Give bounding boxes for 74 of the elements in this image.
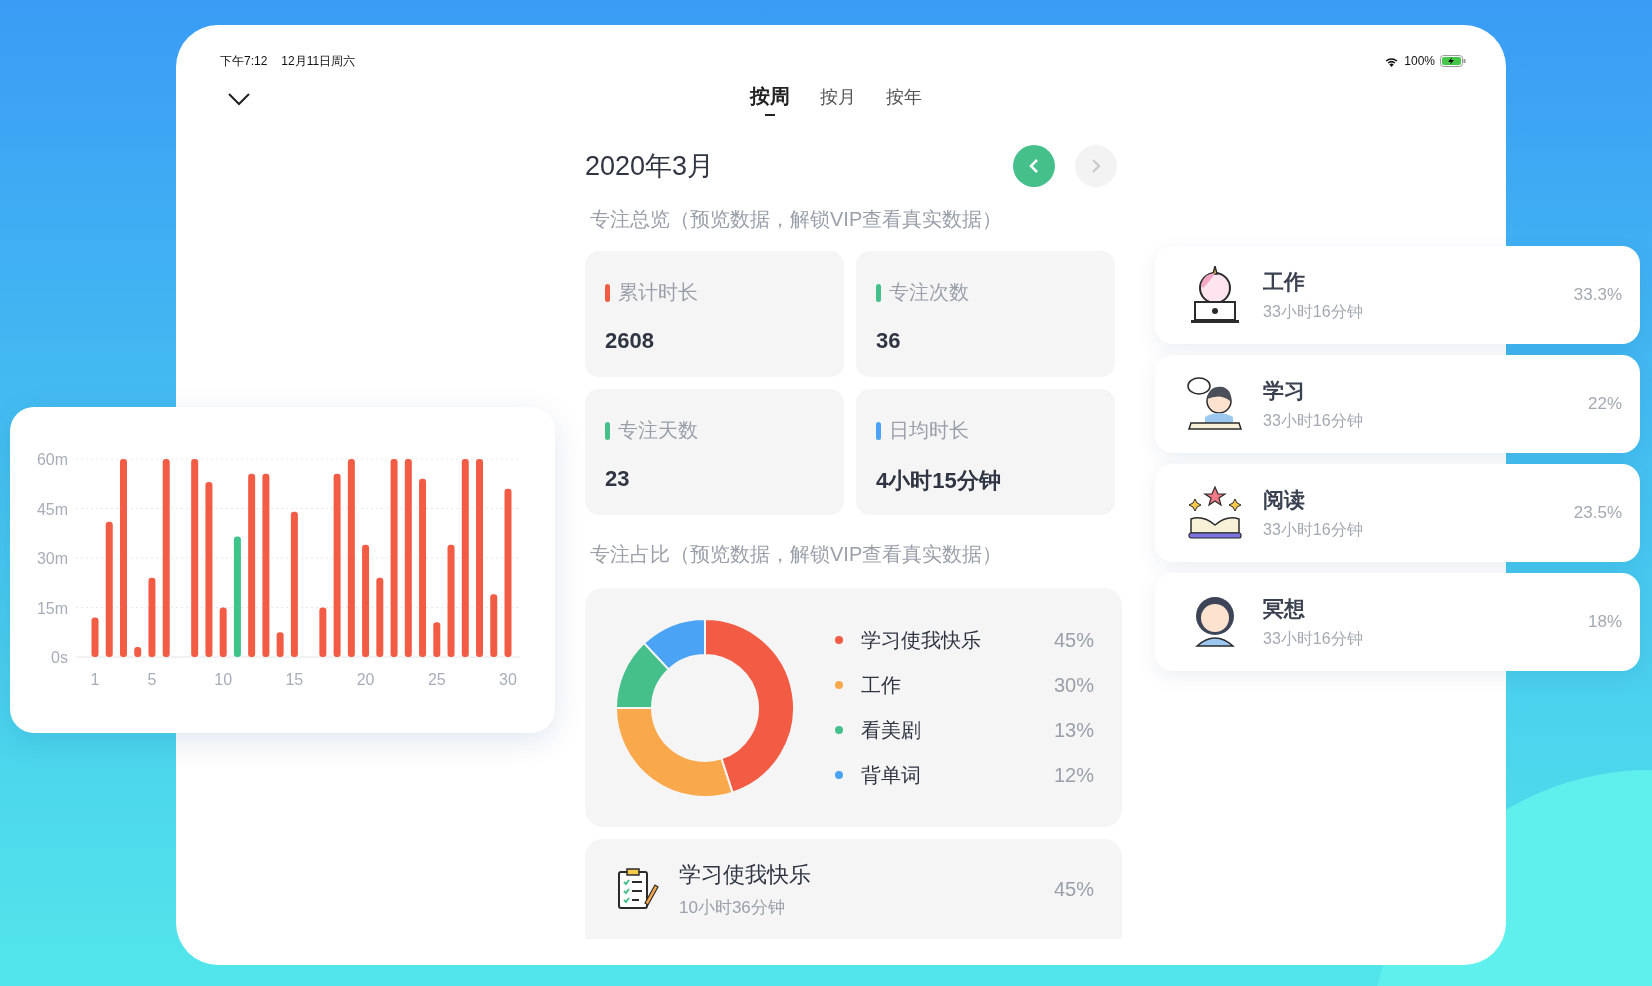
x-axis-label: 25 xyxy=(427,671,446,688)
stat-value: 36 xyxy=(876,328,902,354)
category-title: 冥想 xyxy=(1263,595,1306,622)
legend-percent: 12% xyxy=(1053,763,1094,787)
bar xyxy=(490,594,498,657)
wifi-icon xyxy=(1384,55,1400,67)
category-duration: 33小时16分钟 xyxy=(1263,519,1364,540)
laptop-icon xyxy=(1189,266,1241,324)
activity-duration: 10小时36分钟 xyxy=(679,896,786,919)
category-percent: 33.3% xyxy=(1573,285,1622,305)
x-axis-label: 10 xyxy=(214,671,233,688)
stat-label: 日均时长 xyxy=(889,418,969,443)
bar xyxy=(219,607,227,657)
y-axis-label: 45m xyxy=(36,500,68,518)
bar xyxy=(134,647,142,657)
y-axis-label: 0s xyxy=(51,649,68,666)
category-percent: 23.5% xyxy=(1573,503,1622,523)
stat-value: 2608 xyxy=(605,328,655,354)
section-title: 专注占比（预览数据，解锁VIP查看真实数据） xyxy=(590,542,1004,567)
chevron-right-icon xyxy=(1091,159,1101,173)
category-title: 学习 xyxy=(1263,377,1306,404)
x-axis-label: 1 xyxy=(90,671,100,688)
legend-percent: 30% xyxy=(1053,673,1094,697)
battery-percent: 100% xyxy=(1404,54,1435,68)
category-percent: 18% xyxy=(1587,612,1622,632)
x-axis-label: 30 xyxy=(499,671,517,688)
activity-card[interactable]: 学习使我快乐 10小时36分钟 45% xyxy=(585,839,1122,939)
category-card[interactable]: 冥想 33小时16分钟 18% xyxy=(1155,573,1640,671)
status-time: 下午7:12 xyxy=(220,52,268,70)
category-percent: 22% xyxy=(1587,394,1622,414)
category-duration: 33小时16分钟 xyxy=(1263,628,1364,649)
bar xyxy=(91,617,99,657)
period-tab[interactable]: 按月 xyxy=(820,83,856,116)
bar xyxy=(276,632,284,657)
legend-percent: 13% xyxy=(1053,718,1094,742)
stat-label: 专注次数 xyxy=(889,280,969,305)
chevron-left-icon xyxy=(1029,159,1039,173)
bar xyxy=(433,622,441,657)
x-axis-label: 20 xyxy=(356,671,375,688)
category-card[interactable]: 学习 33小时16分钟 22% xyxy=(1155,355,1640,453)
category-duration: 33小时16分钟 xyxy=(1263,301,1364,322)
activity-title: 学习使我快乐 xyxy=(679,860,812,889)
legend-label: 背单词 xyxy=(861,762,922,788)
battery-charging-icon xyxy=(1440,55,1466,67)
period-tab[interactable]: 按年 xyxy=(886,83,922,116)
category-duration: 33小时16分钟 xyxy=(1263,410,1364,431)
category-title: 阅读 xyxy=(1263,486,1306,513)
y-axis-label: 30m xyxy=(36,550,68,567)
stat-value: 4小时15分钟 xyxy=(876,467,1002,495)
stat-value: 23 xyxy=(605,466,631,492)
legend-label: 学习使我快乐 xyxy=(861,627,982,653)
x-axis-label: 15 xyxy=(285,671,304,688)
category-title: 工作 xyxy=(1263,268,1306,295)
reader-icon xyxy=(1187,377,1243,431)
stat-label: 累计时长 xyxy=(618,280,698,305)
category-card[interactable]: 阅读 33小时16分钟 23.5% xyxy=(1155,464,1640,562)
legend-label: 看美剧 xyxy=(861,717,922,743)
stat-label: 专注天数 xyxy=(618,418,698,443)
x-axis-label: 5 xyxy=(147,671,157,688)
y-axis-label: 15m xyxy=(36,599,68,617)
category-card[interactable]: 工作 33小时16分钟 33.3% xyxy=(1155,246,1640,344)
previous-button[interactable] xyxy=(1013,145,1055,187)
legend-label: 工作 xyxy=(861,672,902,698)
y-axis-label: 60m xyxy=(36,451,68,468)
checklist-icon xyxy=(615,867,659,911)
status-date: 12月11日周六 xyxy=(281,52,356,70)
chevron-down-icon[interactable] xyxy=(228,92,250,106)
section-title: 专注总览（预览数据，解锁VIP查看真实数据） xyxy=(590,207,1004,232)
period-title: 2020年3月 xyxy=(585,150,715,183)
bar xyxy=(319,607,327,657)
legend-percent: 45% xyxy=(1053,628,1094,652)
activity-percent: 45% xyxy=(1053,877,1094,901)
open-book-icon xyxy=(1187,485,1243,541)
period-tab[interactable]: 按周 xyxy=(750,83,790,116)
